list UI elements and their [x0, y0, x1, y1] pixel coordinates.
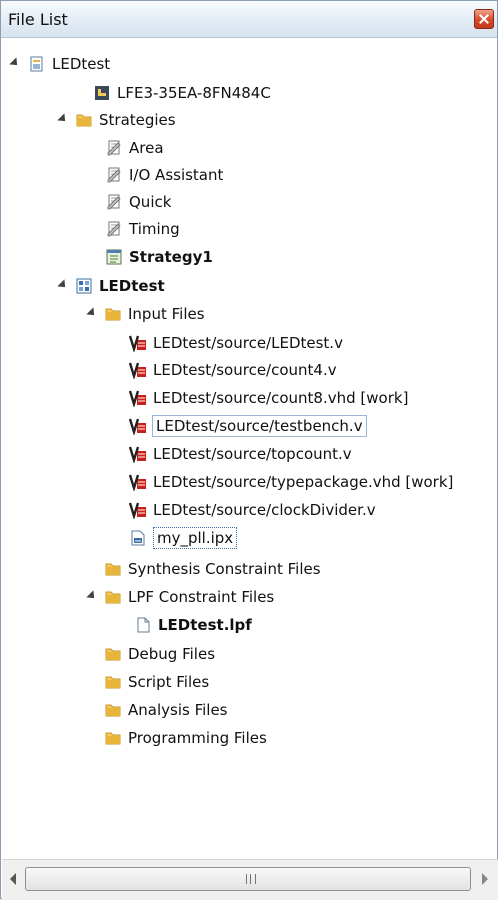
tree-node-analysis-files[interactable]: Analysis Files: [104, 696, 228, 724]
strategy-icon: [105, 193, 123, 211]
verilog-file-icon: [129, 334, 147, 352]
ipx-file-label: my_pll.ipx: [153, 527, 238, 549]
file-tree: LEDtest LFE3-35EA-8FN484C Strategies Are…: [1, 38, 497, 858]
expand-arrow-icon[interactable]: [86, 590, 98, 602]
input-file-item-focused[interactable]: LEDtest/source/testbench.v: [129, 412, 367, 440]
tree-node-script-files[interactable]: Script Files: [104, 668, 209, 696]
folder-icon: [104, 729, 122, 747]
strategy-item[interactable]: Quick: [105, 188, 171, 216]
input-file-path: LEDtest/source/LEDtest.v: [153, 334, 343, 352]
panel-titlebar: File List: [1, 1, 497, 38]
close-icon[interactable]: [474, 9, 494, 29]
tree-node-implementation[interactable]: LEDtest: [57, 272, 165, 300]
strategies-label: Strategies: [99, 111, 176, 129]
expand-arrow-icon[interactable]: [57, 113, 69, 125]
ipx-file-item[interactable]: my_pll.ipx: [129, 524, 238, 552]
tree-node-strategies[interactable]: Strategies: [57, 106, 176, 134]
document-icon: [134, 616, 152, 634]
strategy-icon: [105, 139, 123, 157]
vhdl-file-icon: [129, 389, 147, 407]
debug-folder-label: Debug Files: [128, 645, 216, 663]
strategy-item[interactable]: I/O Assistant: [105, 161, 223, 189]
input-file-item[interactable]: LEDtest/source/count4.v: [129, 356, 337, 384]
tree-node-synthesis-constraints[interactable]: Synthesis Constraint Files: [104, 555, 321, 583]
script-folder-label: Script Files: [128, 673, 210, 691]
folder-icon: [104, 588, 122, 606]
tree-node-debug-files[interactable]: Debug Files: [104, 640, 215, 668]
project-name: LEDtest: [52, 55, 111, 73]
input-file-path: LEDtest/source/topcount.v: [153, 445, 352, 463]
scrollbar-thumb[interactable]: [25, 867, 471, 891]
folder-icon: [75, 111, 93, 129]
strategy-icon: [105, 220, 123, 238]
tree-node-input-files[interactable]: Input Files: [86, 300, 205, 328]
verilog-file-icon: [129, 501, 147, 519]
analysis-folder-label: Analysis Files: [128, 701, 228, 719]
strategy-item[interactable]: Area: [105, 134, 164, 162]
input-file-path: LEDtest/source/count8.vhd [work]: [153, 389, 409, 407]
folder-icon: [104, 673, 122, 691]
strategy-label: Timing: [129, 220, 180, 238]
verilog-file-icon: [129, 445, 147, 463]
lpf-file-label: LEDtest.lpf: [158, 616, 252, 634]
tree-node-project[interactable]: LEDtest: [9, 50, 111, 78]
expand-arrow-icon[interactable]: [9, 57, 21, 69]
input-file-item[interactable]: LEDtest/source/clockDivider.v: [129, 496, 376, 524]
synthesis-folder-label: Synthesis Constraint Files: [128, 560, 321, 578]
input-files-label: Input Files: [128, 305, 205, 323]
expand-arrow-icon[interactable]: [57, 279, 69, 291]
expand-arrow-icon[interactable]: [86, 307, 98, 319]
lpf-folder-label: LPF Constraint Files: [128, 588, 275, 606]
file-list-panel: File List LEDtest LFE3-35EA-8FN484C Stra…: [0, 0, 498, 900]
input-file-path: LEDtest/source/clockDivider.v: [153, 501, 376, 519]
input-file-item[interactable]: LEDtest/source/topcount.v: [129, 440, 352, 468]
input-file-path: LEDtest/source/testbench.v: [152, 415, 367, 437]
panel-title: File List: [8, 10, 68, 29]
scroll-left-icon[interactable]: [10, 873, 16, 885]
active-strategy-label: Strategy1: [129, 248, 213, 266]
folder-icon: [104, 645, 122, 663]
scroll-right-icon[interactable]: [482, 873, 488, 885]
strategy-item[interactable]: Timing: [105, 215, 180, 243]
strategy-item-active[interactable]: Strategy1: [105, 243, 213, 271]
input-file-item[interactable]: LEDtest/source/typepackage.vhd [work]: [129, 468, 453, 496]
strategy-label: I/O Assistant: [129, 166, 224, 184]
tree-node-lpf-constraints[interactable]: LPF Constraint Files: [86, 583, 275, 611]
grip-icon: [246, 874, 256, 884]
ipx-file-icon: [131, 530, 145, 546]
verilog-file-icon: [129, 361, 147, 379]
verilog-file-icon: [129, 417, 147, 435]
vhdl-file-icon: [129, 473, 147, 491]
tree-node-device[interactable]: LFE3-35EA-8FN484C: [93, 79, 271, 107]
folder-icon: [104, 701, 122, 719]
folder-icon: [104, 305, 122, 323]
lpf-file-item[interactable]: LEDtest.lpf: [134, 611, 252, 639]
programming-folder-label: Programming Files: [128, 729, 267, 747]
device-label: LFE3-35EA-8FN484C: [117, 84, 271, 102]
implementation-label: LEDtest: [99, 277, 165, 295]
strategy-icon: [105, 166, 123, 184]
tree-node-programming-files[interactable]: Programming Files: [104, 724, 267, 752]
horizontal-scrollbar[interactable]: [2, 859, 498, 900]
project-icon: [30, 56, 43, 72]
input-file-item[interactable]: LEDtest/source/LEDtest.v: [129, 329, 343, 357]
folder-icon: [104, 560, 122, 578]
device-chip-icon: [95, 86, 109, 100]
input-file-path: LEDtest/source/typepackage.vhd [work]: [153, 473, 454, 491]
input-file-item[interactable]: LEDtest/source/count8.vhd [work]: [129, 384, 408, 412]
input-file-path: LEDtest/source/count4.v: [153, 361, 337, 379]
strategy-label: Area: [129, 139, 164, 157]
strategy-label: Quick: [129, 193, 172, 211]
implementation-icon: [76, 278, 92, 294]
active-strategy-icon: [106, 249, 122, 265]
